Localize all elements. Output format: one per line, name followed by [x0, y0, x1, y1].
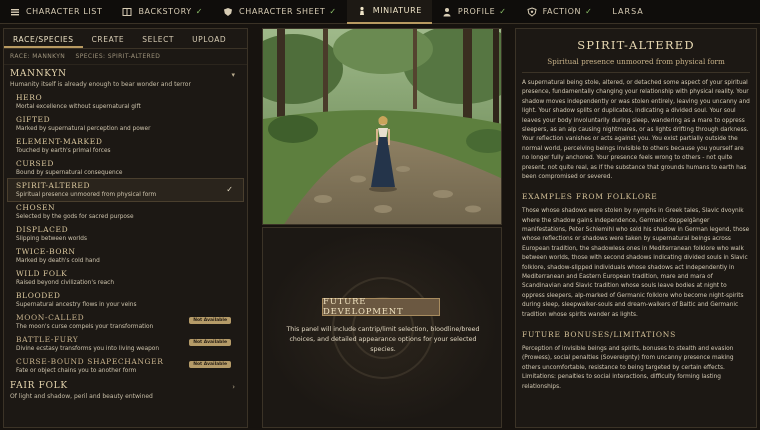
check-icon: ✓	[585, 7, 593, 16]
subtab-race-species[interactable]: Race/Species	[4, 29, 83, 48]
group-fair-folk[interactable]: Fair Folk Of light and shadow, peril and…	[4, 377, 247, 403]
chevron-right-icon: ›	[232, 383, 235, 391]
tab-character-sheet[interactable]: Character Sheet ✓	[213, 0, 347, 24]
detail-intro: A supernatural being stole, altered, or …	[522, 80, 750, 180]
list-item[interactable]: Wild Folk Raised beyond civilization's r…	[8, 267, 243, 289]
item-desc: The moon's curse compels your transforma…	[16, 324, 154, 330]
group-desc: Of light and shadow, peril and beauty en…	[10, 393, 153, 400]
item-desc: Spiritual presence unmoored from physica…	[16, 192, 157, 198]
status-badge: Not Available	[189, 317, 231, 324]
item-title: Wild Folk	[16, 269, 68, 278]
detail-subtitle: Spiritual presence unmoored from physica…	[547, 57, 725, 66]
item-desc: Marked by death's cold hand	[16, 258, 100, 264]
item-title: Twice-Born	[16, 247, 76, 256]
tab-backstory[interactable]: Backstory ✓	[112, 0, 213, 24]
item-desc: Marked by supernatural perception and po…	[16, 126, 151, 132]
subtab-bar: Race/Species Create Select Upload	[4, 29, 247, 49]
check-icon: ✓	[499, 7, 507, 16]
item-title: Cursed	[16, 159, 54, 168]
item-title: Hero	[16, 93, 43, 102]
shield-icon	[223, 7, 233, 17]
bonuses-text: Perception of invisible beings and spiri…	[522, 345, 734, 390]
item-title: Element-Marked	[16, 137, 103, 146]
list-item[interactable]: Moon-Called The moon's curse compels you…	[8, 311, 243, 333]
future-development-title: Future Development	[322, 297, 440, 317]
miniature-preview[interactable]	[262, 28, 502, 225]
list-item[interactable]: Element-Marked Touched by earth's primal…	[8, 135, 243, 157]
group-title: Fair Folk	[10, 381, 68, 391]
item-title: Gifted	[16, 115, 51, 124]
divider	[522, 72, 750, 73]
player-name[interactable]: Larsa	[602, 0, 653, 24]
item-desc: Bound by supernatural consequence	[16, 170, 123, 176]
check-icon: ✓	[195, 7, 204, 16]
item-desc: Touched by earth's primal forces	[16, 148, 111, 154]
list-item[interactable]: Gifted Marked by supernatural perception…	[8, 113, 243, 135]
list-item[interactable]: Blooded Supernatural ancestry flows in y…	[8, 289, 243, 311]
tab-label: Backstory	[138, 7, 192, 16]
list-item[interactable]: Hero Mortal excellence without supernatu…	[8, 91, 243, 113]
tab-label: Character Sheet	[239, 7, 326, 16]
item-title: Blooded	[16, 291, 61, 300]
tab-faction[interactable]: Faction ✓	[517, 0, 603, 24]
book-icon	[122, 7, 132, 17]
detail-title: Spirit-Altered	[577, 38, 695, 52]
item-desc: Supernatural ancestry flows in your vein…	[16, 302, 137, 308]
list-item[interactable]: Chosen Selected by the gods for sacred p…	[8, 201, 243, 223]
item-desc: Selected by the gods for sacred purpose	[16, 214, 134, 220]
group-title: Mannkyn	[10, 69, 67, 79]
tab-label: Character List	[26, 7, 103, 16]
item-title: Chosen	[16, 203, 56, 212]
future-development-panel: Future Development This panel will inclu…	[262, 227, 502, 428]
future-development-text: This panel will include cantrip/limit se…	[286, 326, 480, 353]
item-desc: Slipping between worlds	[16, 236, 87, 242]
tab-label: Profile	[457, 7, 496, 16]
bonuses-heading: Future Bonuses/Limitations	[522, 329, 677, 339]
crest-icon	[527, 6, 537, 17]
subtab-create[interactable]: Create	[83, 29, 134, 48]
breadcrumb: Race: Mannkyn Species: Spirit-Altered	[4, 49, 247, 65]
check-icon: ✓	[226, 185, 233, 194]
list-item-selected[interactable]: Spirit-Altered Spiritual presence unmoor…	[7, 178, 244, 202]
list-item[interactable]: Battle-Fury Divine ecstasy transforms yo…	[8, 333, 243, 355]
tab-label: Faction	[542, 7, 582, 16]
user-icon	[442, 7, 452, 17]
species-detail-panel: Spirit-Altered Spiritual presence unmoor…	[515, 28, 757, 428]
item-title: Displaced	[16, 225, 69, 234]
folklore-heading: Examples from folklore	[522, 192, 658, 202]
list-item[interactable]: Displaced Slipping between worlds	[8, 223, 243, 245]
item-desc: Divine ecstasy transforms you into livin…	[16, 346, 160, 352]
breadcrumb-race: Race: Mannkyn	[10, 53, 66, 60]
folklore-text: Those whose shadows were stolen by nymph…	[522, 208, 750, 318]
item-desc: Raised beyond civilization's reach	[16, 280, 115, 286]
list-item[interactable]: Cursed Bound by supernatural consequence	[8, 157, 243, 179]
figure-icon	[357, 6, 367, 16]
group-mannkyn[interactable]: Mannkyn Humanity itself is already enoug…	[4, 65, 247, 91]
item-desc: Mortal excellence without supernatural g…	[16, 104, 141, 110]
subtab-select[interactable]: Select	[133, 29, 183, 48]
breadcrumb-species: Species: Spirit-Altered	[75, 53, 161, 60]
list-item[interactable]: Twice-Born Marked by death's cold hand	[8, 245, 243, 267]
tab-character-list[interactable]: Character List	[0, 0, 112, 24]
list-icon	[10, 7, 20, 17]
item-desc: Fate or object chains you to another for…	[16, 368, 137, 374]
check-icon: ✓	[329, 7, 337, 16]
tab-profile[interactable]: Profile ✓	[432, 0, 517, 24]
chevron-down-icon: ▾	[231, 71, 235, 79]
status-badge: Not Available	[189, 339, 231, 346]
group-desc: Humanity itself is already enough to bea…	[10, 81, 191, 88]
forest-scene-image	[263, 29, 501, 224]
tab-label: Miniature	[372, 6, 422, 15]
subtab-upload[interactable]: Upload	[183, 29, 235, 48]
item-title: Spirit-Altered	[16, 181, 91, 190]
list-item[interactable]: Curse-Bound Shapechanger Fate or object …	[8, 355, 243, 377]
species-panel: Race/Species Create Select Upload Race: …	[3, 28, 248, 428]
status-badge: Not Available	[189, 361, 231, 368]
tab-miniature[interactable]: Miniature	[346, 0, 432, 24]
top-nav: Character List Backstory ✓ Character She…	[0, 0, 760, 24]
